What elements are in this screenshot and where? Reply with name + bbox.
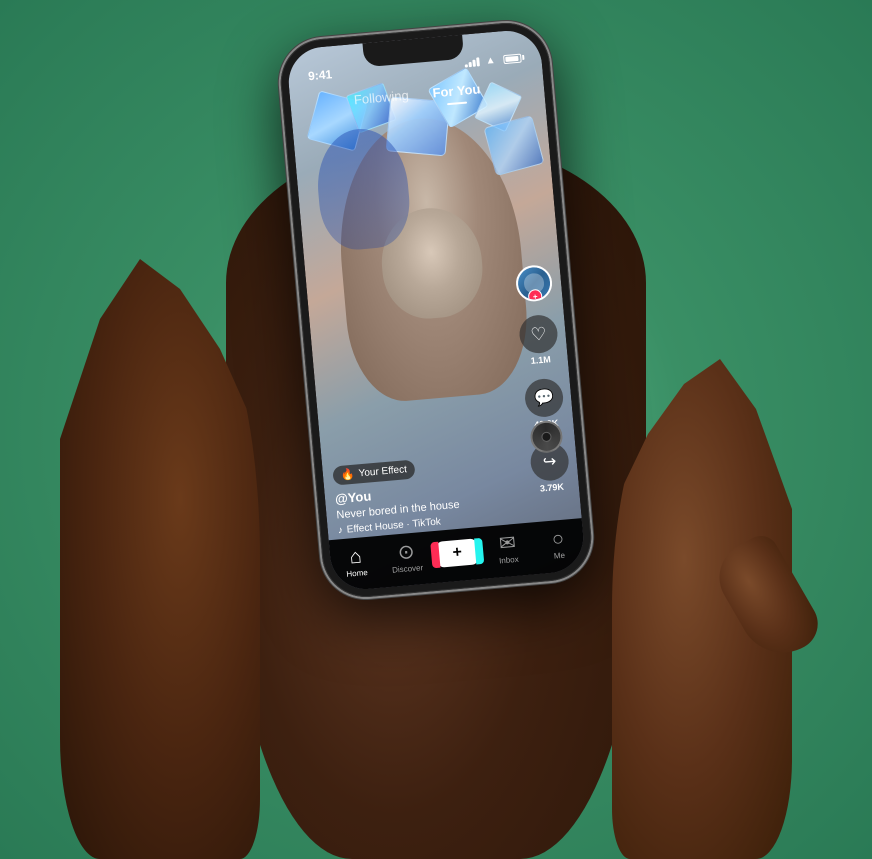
music-disc-inner: [541, 431, 552, 442]
creator-avatar: +: [515, 264, 554, 303]
phone-screen: 9:41 ▲: [286, 28, 586, 592]
battery-icon: [503, 53, 522, 64]
nav-create[interactable]: +: [431, 538, 484, 568]
signal-bar-3: [472, 59, 476, 66]
status-icons: ▲: [464, 52, 522, 68]
scene: 9:41 ▲: [0, 0, 872, 859]
comment-icon-circle: 💬: [523, 377, 564, 418]
me-icon: ○: [551, 528, 565, 549]
battery-fill: [505, 55, 518, 61]
nav-discover[interactable]: ⊙ Discover: [380, 540, 433, 575]
home-label: Home: [346, 567, 368, 578]
heart-icon: ♡: [530, 323, 548, 345]
effect-emoji: 🔥: [340, 468, 355, 482]
inbox-label: Inbox: [499, 554, 519, 565]
creator-avatar-item[interactable]: +: [515, 264, 554, 303]
signal-bars: [464, 57, 480, 67]
music-note-icon: ♪: [337, 525, 343, 536]
create-plus-button[interactable]: +: [436, 538, 478, 567]
like-action[interactable]: ♡ 1.1M: [518, 314, 560, 367]
tab-foryou[interactable]: For You: [432, 77, 482, 104]
nav-me[interactable]: ○ Me: [532, 527, 585, 562]
discover-icon: ⊙: [397, 541, 415, 562]
share-icon: ↪: [542, 451, 557, 472]
discover-label: Discover: [392, 563, 424, 575]
signal-bar-1: [465, 64, 468, 67]
wifi-icon: ▲: [485, 54, 496, 66]
plus-icon: +: [452, 544, 463, 563]
follow-plus-icon: +: [528, 289, 543, 303]
nav-inbox[interactable]: ✉ Inbox: [481, 531, 534, 566]
home-icon: ⌂: [349, 546, 363, 567]
me-label: Me: [553, 550, 565, 560]
share-count: 3.79K: [540, 482, 565, 494]
effect-text: Your Effect: [358, 464, 407, 479]
phone: 9:41 ▲: [277, 19, 595, 600]
comment-icon: 💬: [533, 387, 555, 409]
like-count: 1.1M: [530, 354, 551, 366]
inbox-icon: ✉: [498, 532, 516, 553]
nav-home[interactable]: ⌂ Home: [329, 544, 382, 579]
signal-bar-4: [476, 57, 480, 66]
phone-wrapper: 9:41 ▲: [277, 19, 595, 600]
like-icon-circle: ♡: [518, 314, 559, 355]
status-time: 9:41: [308, 67, 333, 83]
signal-bar-2: [469, 61, 472, 66]
tab-following[interactable]: Following: [353, 84, 410, 112]
